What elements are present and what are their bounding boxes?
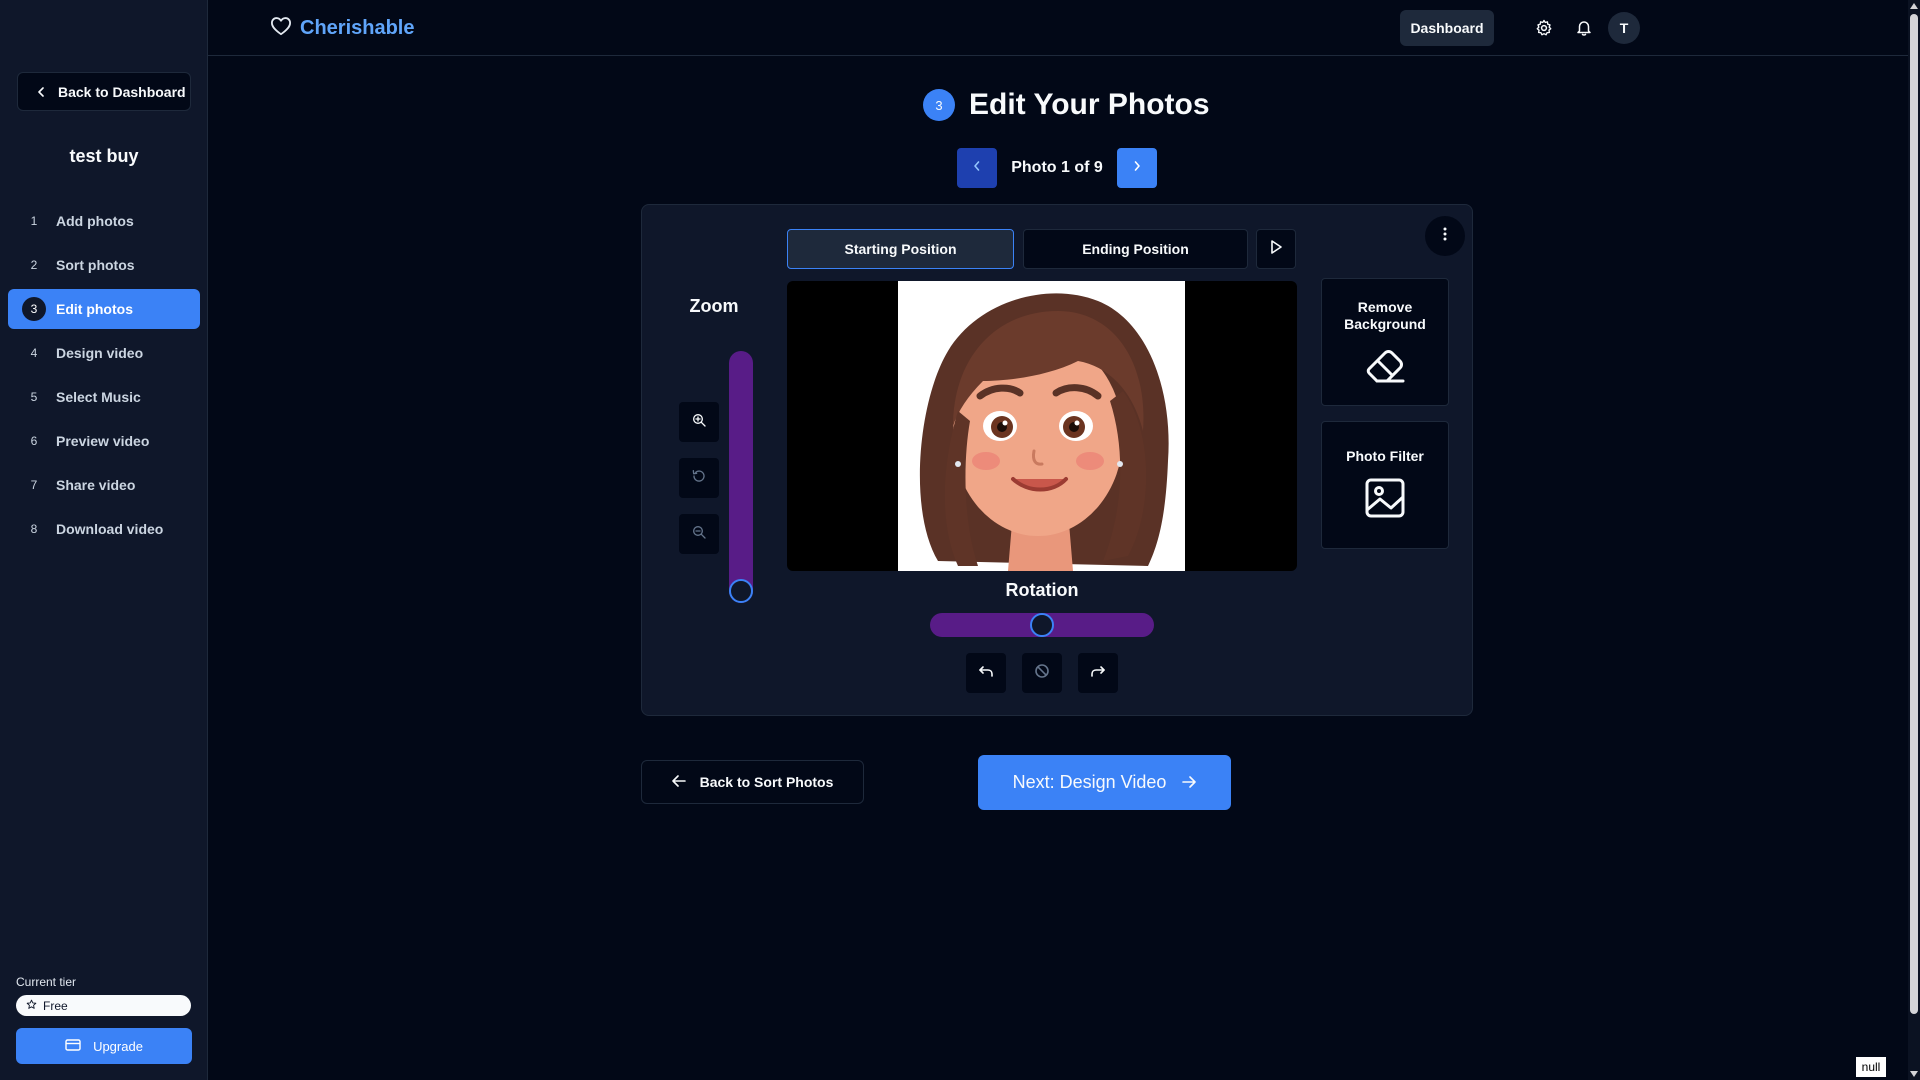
image-icon (1364, 477, 1406, 524)
cartoon-portrait-image (919, 293, 1169, 571)
sidebar-item-download-video[interactable]: 8 Download video (8, 509, 200, 549)
reset-icon (691, 468, 707, 489)
remove-background-label: Remove Background (1344, 299, 1426, 332)
step-label: Design video (56, 345, 144, 361)
zoom-in-button[interactable] (679, 402, 719, 442)
step-number: 3 (22, 297, 46, 321)
chevron-right-icon (1132, 159, 1142, 177)
rotation-slider-thumb[interactable] (1030, 613, 1054, 637)
rotate-left-button[interactable] (966, 653, 1006, 693)
rotate-left-icon (978, 664, 994, 683)
brand-name: Cherishable (300, 17, 415, 39)
zoom-slider[interactable] (729, 351, 753, 603)
step-label: Preview video (56, 433, 150, 449)
page-title: Edit Your Photos (969, 88, 1210, 121)
debug-tag: null (1856, 1057, 1886, 1077)
chevron-left-icon (972, 159, 982, 177)
step-label: Add photos (56, 213, 134, 229)
scroll-thumb[interactable] (1910, 14, 1918, 1014)
project-name: test buy (69, 146, 139, 166)
photo-pager: Photo 1 of 9 (957, 148, 1157, 188)
tier-badge: Free (16, 995, 191, 1016)
more-vertical-icon (1443, 227, 1447, 246)
sidebar-item-design-video[interactable]: 4 Design video (8, 333, 200, 373)
step-badge: 3 (923, 89, 955, 121)
next-design-video-label: Next: Design Video (1012, 772, 1167, 792)
scroll-down-arrow[interactable] (1910, 1071, 1918, 1077)
zoom-label: Zoom (689, 296, 739, 316)
current-tier-label: Current tier (16, 975, 77, 989)
sidebar-item-select-music[interactable]: 5 Select Music (8, 377, 200, 417)
play-icon (1269, 239, 1283, 260)
play-preview-button[interactable] (1256, 229, 1296, 269)
tab-starting-position[interactable]: Starting Position (787, 229, 1014, 269)
zoom-in-icon (691, 412, 707, 433)
sidebar-item-add-photos[interactable]: 1 Add photos (8, 201, 200, 241)
step-label: Download video (56, 521, 164, 537)
page-scrollbar[interactable] (1908, 0, 1920, 1080)
sidebar-item-preview-video[interactable]: 6 Preview video (8, 421, 200, 461)
more-options-button[interactable] (1425, 216, 1465, 256)
credit-card-icon (65, 1038, 81, 1055)
eraser-icon (1363, 345, 1407, 390)
sidebar-item-sort-photos[interactable]: 2 Sort photos (8, 245, 200, 285)
heart-icon (270, 16, 292, 41)
ban-icon (1034, 663, 1050, 684)
step-label: Select Music (56, 389, 141, 405)
sidebar-item-share-video[interactable]: 7 Share video (8, 465, 200, 505)
step-number: 5 (30, 390, 38, 404)
bell-icon[interactable] (1572, 16, 1596, 40)
scroll-up-arrow[interactable] (1910, 3, 1918, 9)
sidebar-item-edit-photos[interactable]: 3 Edit photos (8, 289, 200, 329)
remove-background-button[interactable]: Remove Background (1321, 278, 1449, 406)
reset-zoom-button[interactable] (679, 458, 719, 498)
step-label: Edit photos (56, 301, 133, 317)
arrow-right-icon (1182, 772, 1197, 793)
rotation-label: Rotation (1005, 580, 1079, 600)
step-number: 1 (30, 214, 38, 228)
photo-editor-panel: Starting Position Ending Position Zoom R… (641, 204, 1473, 716)
back-to-dashboard-label: Back to Dashboard (58, 83, 186, 100)
step-number: 8 (30, 522, 38, 536)
tab-ending-position[interactable]: Ending Position (1023, 229, 1248, 269)
next-design-video-button[interactable]: Next: Design Video (978, 755, 1231, 810)
step-label: Sort photos (56, 257, 135, 273)
next-photo-button[interactable] (1117, 148, 1157, 188)
arrow-left-icon (671, 774, 686, 790)
step-number: 2 (30, 258, 38, 272)
step-label: Share video (56, 477, 136, 493)
back-to-sort-photos-label: Back to Sort Photos (699, 774, 834, 790)
photo-counter: Photo 1 of 9 (1011, 159, 1103, 176)
rotate-right-icon (1090, 664, 1106, 683)
photo-filter-button[interactable]: Photo Filter (1321, 421, 1449, 549)
tier-value: Free (43, 998, 68, 1013)
rotate-right-button[interactable] (1078, 653, 1118, 693)
sidebar: Back to Dashboard test buy 1 Add photos … (0, 0, 208, 1080)
reset-rotation-button[interactable] (1022, 653, 1062, 693)
step-number: 6 (30, 434, 38, 448)
zoom-out-icon (691, 524, 707, 545)
upgrade-button[interactable]: Upgrade (16, 1028, 192, 1064)
photo-image (898, 281, 1185, 571)
page-title-row: 3 Edit Your Photos (923, 88, 1210, 122)
back-to-dashboard-button[interactable]: Back to Dashboard (17, 72, 191, 111)
star-icon (26, 999, 37, 1013)
step-list: 1 Add photos 2 Sort photos 3 Edit photos… (8, 201, 200, 553)
zoom-out-button[interactable] (679, 514, 719, 554)
step-number: 7 (30, 478, 38, 492)
dashboard-button[interactable]: Dashboard (1400, 10, 1494, 46)
top-header: Cherishable Dashboard T (208, 0, 1908, 56)
step-number: 4 (30, 346, 38, 360)
previous-photo-button[interactable] (957, 148, 997, 188)
photo-preview-canvas[interactable] (787, 281, 1297, 571)
upgrade-label: Upgrade (93, 1038, 143, 1054)
photo-filter-label: Photo Filter (1346, 448, 1424, 464)
back-to-sort-photos-button[interactable]: Back to Sort Photos (641, 760, 864, 804)
gear-icon[interactable] (1532, 16, 1556, 40)
zoom-slider-thumb[interactable] (729, 579, 753, 603)
avatar[interactable]: T (1608, 12, 1640, 44)
chevron-left-icon (36, 84, 46, 100)
brand-logo[interactable]: Cherishable (270, 16, 414, 41)
